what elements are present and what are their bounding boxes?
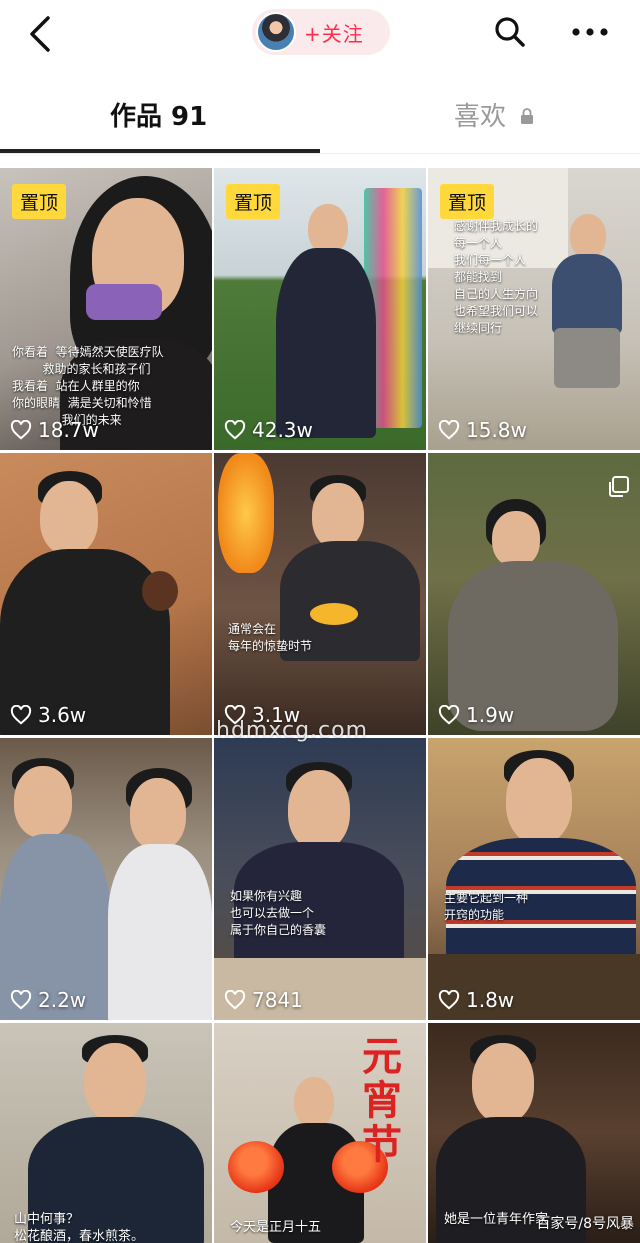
post-caption: 主要它起到一种 开窍的功能 — [444, 891, 529, 922]
active-tab-indicator — [0, 149, 320, 153]
post-caption: 如果你有兴趣 也可以去做一个 属于你自己的香囊 — [230, 889, 327, 937]
post-card[interactable]: 2.2w — [0, 738, 212, 1020]
avatar[interactable] — [256, 12, 296, 52]
like-count: 1.8w — [438, 988, 514, 1012]
post-card[interactable]: 主要它起到一种 开窍的功能 1.8w — [428, 738, 640, 1020]
like-count-value: 3.6w — [38, 703, 87, 727]
follow-button[interactable]: +关注 — [252, 9, 390, 55]
like-count-value: 42.3w — [252, 418, 313, 442]
follow-label: +关注 — [304, 21, 364, 46]
post-caption: 通常会在 每年的惊蛰时节 — [228, 622, 313, 653]
person-face — [84, 1043, 146, 1121]
post-caption: 她是一位青年作家 — [444, 1212, 549, 1227]
post-caption: 山中何事？ 松花酿酒，春水煎茶。 — [14, 1212, 145, 1243]
post-card[interactable]: 通常会在 每年的惊蛰时节 3.1w — [214, 453, 426, 735]
post-card[interactable]: 山中何事？ 松花酿酒，春水煎茶。 — [0, 1023, 212, 1243]
heart-icon — [10, 990, 32, 1010]
heart-icon — [438, 990, 460, 1010]
like-count: 42.3w — [224, 418, 313, 442]
pinned-badge: 置顶 — [440, 184, 495, 219]
heart-icon — [438, 420, 460, 440]
post-card[interactable]: 她是一位青年作家 — [428, 1023, 640, 1243]
like-count-value: 1.8w — [466, 988, 515, 1012]
person-face — [40, 481, 98, 555]
lantern-left — [228, 1141, 284, 1193]
lamp — [218, 453, 274, 573]
person-face — [570, 214, 606, 258]
person-body — [276, 248, 376, 438]
like-count-value: 7841 — [252, 988, 303, 1012]
person-face — [288, 770, 350, 850]
tab-works[interactable]: 作品 91 — [110, 96, 207, 133]
person-face — [472, 1043, 534, 1123]
person-body — [552, 254, 622, 334]
works-grid: 置顶 你看着 等待嫣然天使医疗队 救助的家长和孩子们 我看着 站在人群里的你 你… — [0, 168, 640, 1243]
like-count: 7841 — [224, 988, 303, 1012]
fruit-plate — [310, 603, 358, 625]
person-face — [308, 204, 348, 254]
person-body — [108, 844, 212, 1020]
festival-title: 元宵节 — [362, 1033, 402, 1168]
person-face — [492, 511, 540, 567]
vase — [142, 571, 178, 611]
like-count-value: 1.9w — [466, 703, 515, 727]
like-count-value: 2.2w — [38, 988, 87, 1012]
post-card[interactable]: 1.9w — [428, 453, 640, 735]
person-face — [312, 483, 364, 549]
like-count: 15.8w — [438, 418, 527, 442]
post-card[interactable]: 置顶 你看着 等待嫣然天使医疗队 救助的家长和孩子们 我看着 站在人群里的你 你… — [0, 168, 212, 450]
top-bar: +关注 — [0, 0, 640, 72]
post-card[interactable]: 置顶 感谢伴我成长的 每一个人 我们每一个人 都能找到 自己的人生方向 也希望我… — [428, 168, 640, 450]
watermark: hdmxcg.com — [216, 718, 369, 743]
tab-likes[interactable]: 喜欢 — [454, 96, 534, 133]
post-caption: 感谢伴我成长的 每一个人 我们每一个人 都能找到 自己的人生方向 也希望我们可以… — [454, 219, 539, 335]
person-face — [294, 1077, 334, 1127]
post-card[interactable]: 3.6w — [0, 453, 212, 735]
like-count: 18.7w — [10, 418, 99, 442]
like-count: 3.6w — [10, 703, 86, 727]
post-card[interactable]: 置顶 42.3w — [214, 168, 426, 450]
multi-image-icon — [609, 476, 629, 497]
heart-icon — [224, 990, 246, 1010]
more-options-icon[interactable] — [570, 20, 610, 44]
post-caption: 你看着 等待嫣然天使医疗队 救助的家长和孩子们 我看着 站在人群里的你 你的眼睛… — [12, 345, 164, 427]
search-icon[interactable] — [492, 14, 528, 50]
tab-works-label: 作品 91 — [110, 102, 208, 132]
heart-icon — [10, 705, 32, 725]
person-legs — [554, 328, 620, 388]
like-count: 2.2w — [10, 988, 86, 1012]
like-count-value: 18.7w — [38, 418, 99, 442]
back-arrow-icon[interactable] — [22, 14, 62, 54]
face-mask — [86, 284, 162, 320]
lock-icon — [521, 107, 534, 124]
heart-icon — [224, 420, 246, 440]
post-card[interactable]: 如果你有兴趣 也可以去做一个 属于你自己的香囊 7841 — [214, 738, 426, 1020]
profile-tabs: 作品 91 喜欢 — [0, 78, 640, 154]
pinned-badge: 置顶 — [226, 184, 281, 219]
person-face — [14, 766, 72, 838]
heart-icon — [438, 705, 460, 725]
like-count: 1.9w — [438, 703, 514, 727]
person-face — [506, 758, 572, 844]
post-card[interactable]: 元宵节 今天是正月十五 — [214, 1023, 426, 1243]
pinned-badge: 置顶 — [12, 184, 67, 219]
person-face — [130, 778, 186, 850]
tab-likes-label: 喜欢 — [454, 102, 507, 132]
source-watermark: 百家号/8号风暴 — [536, 1216, 634, 1232]
like-count-value: 15.8w — [466, 418, 527, 442]
post-caption: 今天是正月十五 — [230, 1220, 322, 1235]
heart-icon — [10, 420, 32, 440]
